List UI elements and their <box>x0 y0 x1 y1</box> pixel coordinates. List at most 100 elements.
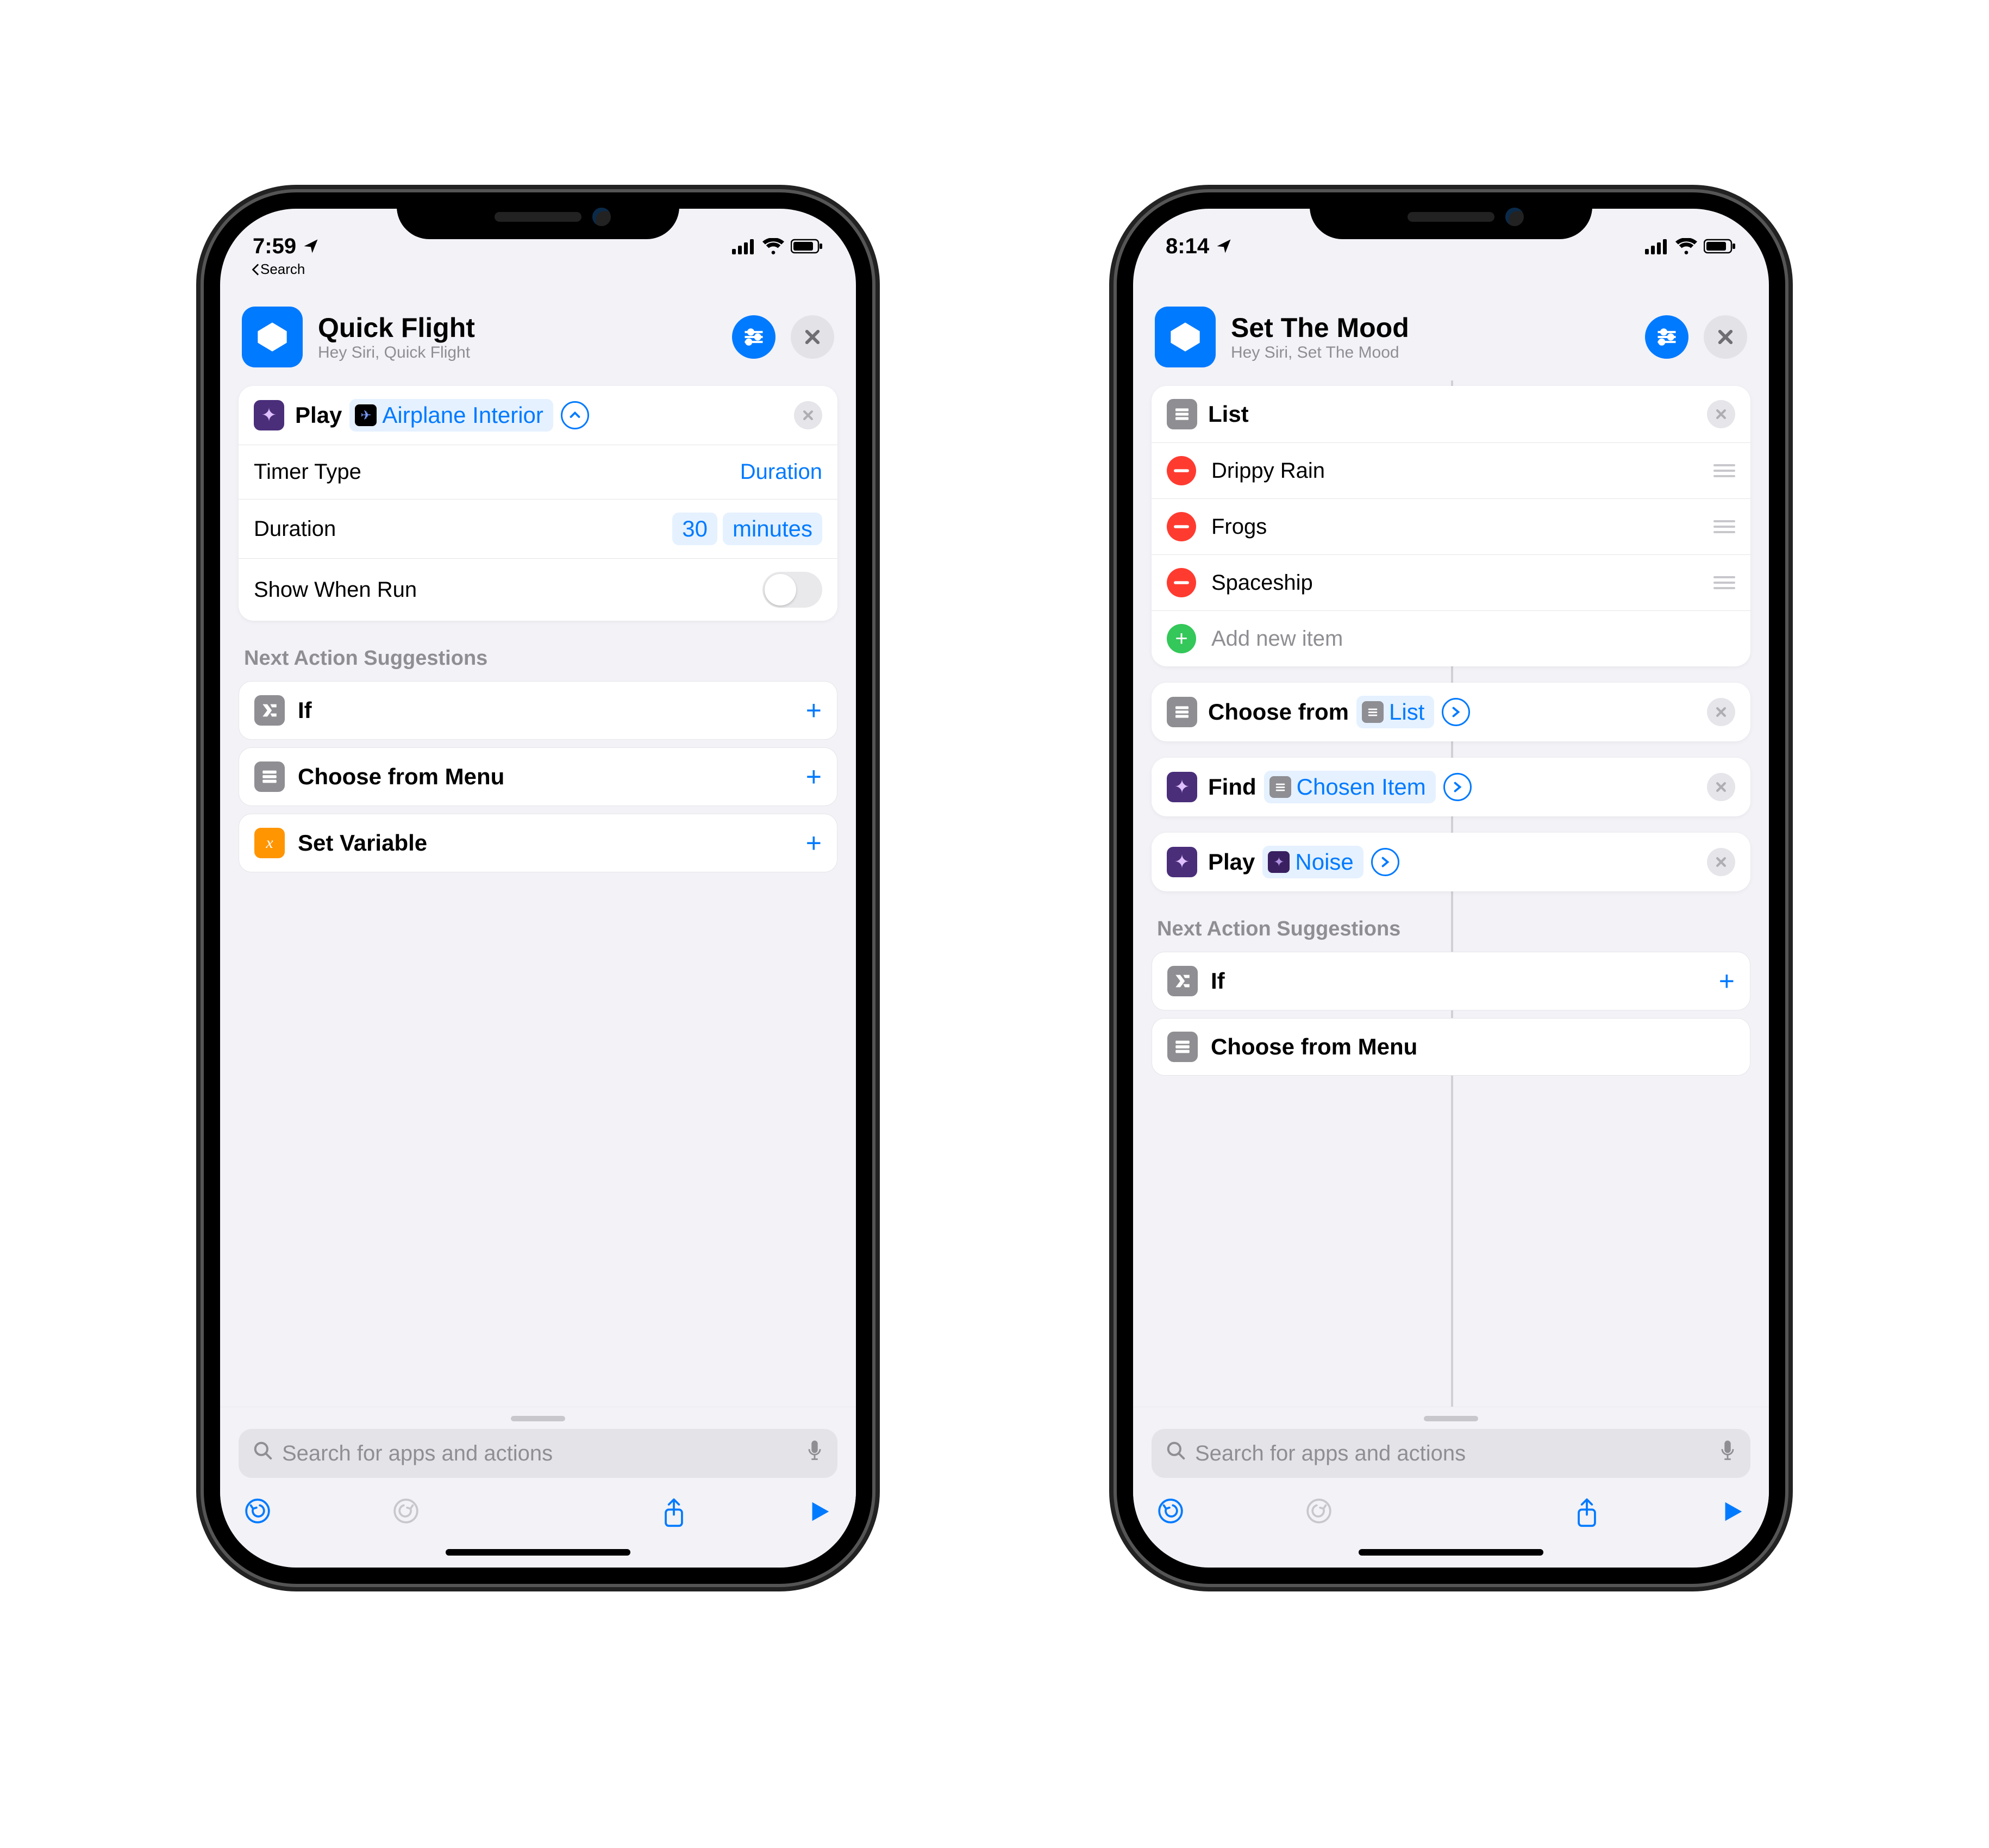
timer-type-row[interactable]: Timer Type Duration <box>239 445 837 499</box>
suggestion-if[interactable]: If + <box>1152 952 1750 1010</box>
add-suggestion-button[interactable]: + <box>806 695 822 726</box>
shortcut-title[interactable]: Set The Mood <box>1231 312 1630 344</box>
shortcut-title[interactable]: Quick Flight <box>318 312 717 344</box>
list-icon <box>1167 697 1197 727</box>
search-input[interactable]: Search for apps and actions <box>1152 1429 1750 1478</box>
expand-button[interactable] <box>1443 773 1472 801</box>
phone-right: 8:14 Set The M <box>1117 192 1785 1584</box>
find-row[interactable]: ✦ Find Chosen Item <box>1152 758 1750 816</box>
search-input[interactable]: Search for apps and actions <box>239 1429 837 1478</box>
list-item-label[interactable]: Frogs <box>1211 515 1713 539</box>
play-verb: Play <box>295 402 342 428</box>
list-header-row[interactable]: List <box>1152 386 1750 442</box>
close-button[interactable] <box>1704 315 1747 359</box>
run-button[interactable] <box>1720 1497 1745 1535</box>
undo-button[interactable] <box>244 1497 271 1535</box>
delete-list-item-button[interactable] <box>1167 456 1196 485</box>
timer-type-label: Timer Type <box>254 460 740 484</box>
show-when-run-toggle[interactable] <box>762 572 822 608</box>
sound-name-label: Airplane Interior <box>382 402 543 428</box>
sheet-grabber[interactable] <box>511 1416 565 1421</box>
delete-list-item-button[interactable] <box>1167 568 1196 597</box>
delete-action-button[interactable] <box>1707 848 1735 876</box>
delete-action-button[interactable] <box>794 401 822 429</box>
expand-button[interactable] <box>1442 698 1470 726</box>
duration-row[interactable]: Duration 30 minutes <box>239 499 837 558</box>
suggestions-title: Next Action Suggestions <box>1157 917 1745 941</box>
wifi-icon <box>1675 238 1697 254</box>
play-parameter[interactable]: ✦ Noise <box>1262 846 1363 878</box>
close-button[interactable] <box>791 315 834 359</box>
add-suggestion-button[interactable]: + <box>806 761 822 792</box>
list-item-row: Drippy Rain <box>1152 442 1750 498</box>
darknoise-icon: ✦ <box>1167 847 1197 877</box>
signal-icon <box>732 238 756 254</box>
drag-handle-icon[interactable] <box>1713 464 1735 477</box>
location-arrow-icon <box>1216 238 1232 254</box>
share-button[interactable] <box>661 1497 686 1535</box>
settings-button[interactable] <box>1645 315 1688 359</box>
list-item-label[interactable]: Spaceship <box>1211 571 1713 595</box>
search-sheet[interactable]: Search for apps and actions <box>220 1407 856 1483</box>
action-editor[interactable]: List Drippy Rain Frogs Spa <box>1133 380 1769 1407</box>
add-suggestion-button[interactable]: + <box>806 827 822 859</box>
find-parameter[interactable]: Chosen Item <box>1264 771 1436 803</box>
magnifying-glass-icon <box>1166 1440 1186 1466</box>
delete-action-button[interactable] <box>1707 773 1735 801</box>
home-indicator[interactable] <box>446 1549 630 1556</box>
suggestion-choose-from-menu[interactable]: Choose from Menu <box>1152 1018 1750 1076</box>
play-row[interactable]: ✦ Play ✦ Noise <box>1152 833 1750 891</box>
battery-icon <box>791 238 823 254</box>
delete-action-button[interactable] <box>1707 400 1735 428</box>
delete-action-button[interactable] <box>1707 698 1735 726</box>
play-action-card: ✦ Play ✦ Noise <box>1152 833 1750 891</box>
drag-handle-icon[interactable] <box>1713 576 1735 589</box>
search-placeholder: Search for apps and actions <box>282 1441 806 1466</box>
choose-from-row[interactable]: Choose from List <box>1152 683 1750 741</box>
undo-button[interactable] <box>1157 1497 1184 1535</box>
list-add-row[interactable]: + Add new item <box>1152 610 1750 666</box>
play-var-label: Noise <box>1295 849 1353 875</box>
redo-button[interactable] <box>1305 1497 1333 1535</box>
darknoise-icon: ✦ <box>254 400 284 430</box>
suggestion-if[interactable]: If + <box>239 681 837 740</box>
timer-type-value[interactable]: Duration <box>740 460 822 484</box>
show-when-run-label: Show When Run <box>254 578 762 602</box>
play-action-header[interactable]: ✦ Play ✈ Airplane Interior <box>239 386 837 445</box>
dictation-icon[interactable] <box>806 1440 823 1467</box>
expand-button[interactable] <box>1371 848 1399 876</box>
duration-unit[interactable]: minutes <box>723 513 822 545</box>
action-editor[interactable]: ✦ Play ✈ Airplane Interior Timer Type <box>220 380 856 1407</box>
dictation-icon[interactable] <box>1719 1440 1736 1467</box>
branch-icon <box>1167 966 1198 996</box>
shortcut-subtitle: Hey Siri, Set The Mood <box>1231 344 1630 362</box>
suggestion-label: Set Variable <box>298 830 806 856</box>
choose-var-label: List <box>1389 699 1424 725</box>
choose-from-parameter[interactable]: List <box>1356 696 1434 728</box>
play-action-card: ✦ Play ✈ Airplane Interior Timer Type <box>239 386 837 621</box>
add-suggestion-button[interactable]: + <box>1719 965 1735 997</box>
share-button[interactable] <box>1574 1497 1599 1535</box>
suggestion-set-variable[interactable]: x Set Variable + <box>239 814 837 872</box>
location-arrow-icon <box>303 238 319 254</box>
collapse-button[interactable] <box>561 401 589 429</box>
back-search-link[interactable]: Search <box>252 261 305 278</box>
duration-value[interactable]: 30 <box>672 513 717 545</box>
search-sheet[interactable]: Search for apps and actions <box>1133 1407 1769 1483</box>
choose-verb-label: Choose from <box>1208 699 1349 725</box>
delete-list-item-button[interactable] <box>1167 512 1196 541</box>
bottom-toolbar <box>220 1483 856 1543</box>
drag-handle-icon[interactable] <box>1713 520 1735 533</box>
redo-button[interactable] <box>392 1497 420 1535</box>
run-button[interactable] <box>807 1497 832 1535</box>
sheet-grabber[interactable] <box>1424 1416 1478 1421</box>
add-list-item-button[interactable]: + <box>1167 624 1196 653</box>
signal-icon <box>1645 238 1669 254</box>
sound-thumbnail-icon: ✈ <box>355 404 377 426</box>
suggestion-label: Choose from Menu <box>298 764 806 790</box>
list-item-label[interactable]: Drippy Rain <box>1211 459 1713 483</box>
sound-parameter[interactable]: ✈ Airplane Interior <box>349 399 553 432</box>
settings-button[interactable] <box>732 315 775 359</box>
home-indicator[interactable] <box>1359 1549 1543 1556</box>
suggestion-choose-from-menu[interactable]: Choose from Menu + <box>239 747 837 806</box>
